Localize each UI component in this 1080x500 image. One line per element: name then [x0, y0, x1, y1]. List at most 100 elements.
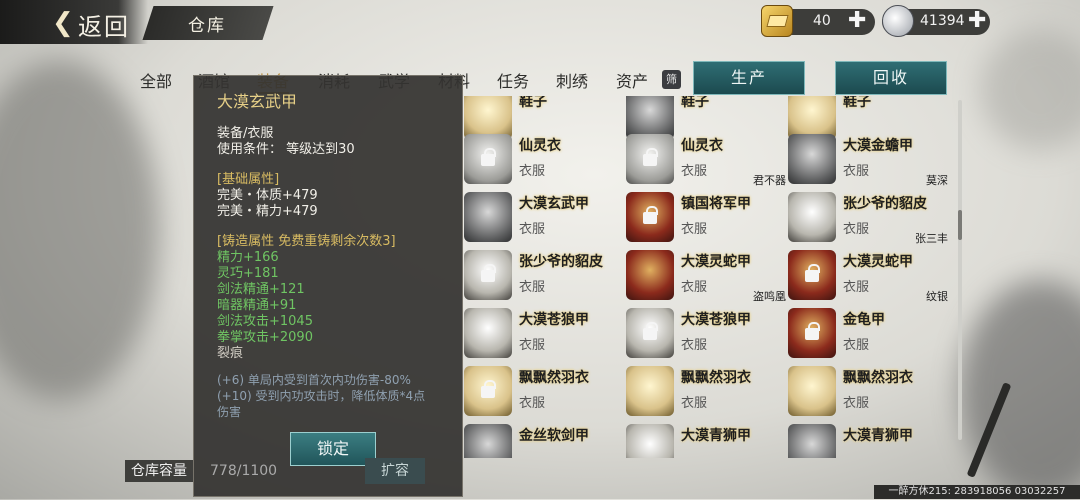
- item-name: 张少爷的貂皮: [843, 196, 927, 212]
- add-silver-icon[interactable]: ✚: [968, 8, 986, 33]
- tooltip-effect: 伤害: [217, 405, 242, 419]
- item-name: 大漠苍狼甲: [681, 312, 751, 328]
- item-type: 衣服: [843, 338, 870, 353]
- item-owner: 盗鸣凰: [753, 290, 786, 303]
- item-name: 鞋子: [519, 96, 547, 110]
- item-type: 衣服: [519, 222, 546, 237]
- item-type: 衣服: [519, 280, 546, 295]
- item-name: 大漠青狮甲: [681, 428, 751, 444]
- item-type: 衣服: [519, 164, 546, 179]
- storage-value: 778/1100: [210, 463, 278, 479]
- inventory-item[interactable]: 张少爷的貂皮 衣服: [464, 248, 624, 304]
- armor-icon: [788, 192, 836, 242]
- armor-icon: [626, 424, 674, 458]
- ink-wash-decor: [980, 30, 1080, 150]
- silver-amount: 41394: [920, 13, 965, 29]
- armor-icon: [626, 134, 674, 184]
- chevron-left-icon: ❮: [52, 8, 74, 38]
- tab-assets[interactable]: 资产: [616, 68, 648, 92]
- inventory-item[interactable]: 飘飘然羽衣 衣服: [788, 364, 948, 420]
- inventory-item[interactable]: 飘飘然羽衣 衣服: [464, 364, 624, 420]
- tooltip-effect: (+6) 单局内受到首次内功伤害-80%: [217, 373, 411, 387]
- inventory-item[interactable]: 大漠灵蛇甲 衣服 纹银: [788, 248, 948, 304]
- item-owner: 莫深: [926, 174, 948, 187]
- inventory-item[interactable]: 飘飘然羽衣 衣服: [626, 364, 786, 420]
- recycle-button[interactable]: 回收: [835, 61, 947, 95]
- inventory-item[interactable]: 大漠苍狼甲 衣服: [464, 306, 624, 362]
- scrollbar[interactable]: [958, 100, 962, 440]
- lock-icon: [805, 322, 820, 340]
- lock-icon: [481, 380, 496, 398]
- inventory-item[interactable]: 金丝软剑甲: [464, 422, 624, 458]
- item-type: 衣服: [681, 164, 708, 179]
- page-title: 仓库: [188, 16, 226, 36]
- lock-button[interactable]: 锁定: [290, 432, 376, 466]
- item-owner: 张三丰: [915, 232, 948, 245]
- lock-icon: [643, 322, 658, 340]
- item-type: 衣服: [843, 396, 870, 411]
- storage-capacity: 仓库容量: [125, 460, 193, 482]
- armor-icon: [788, 134, 836, 184]
- item-owner: 纹银: [926, 290, 948, 303]
- tooltip-title: 大漠玄武甲: [217, 92, 298, 111]
- item-name: 金丝软剑甲: [519, 428, 589, 444]
- tooltip-flaw: 裂痕: [217, 346, 244, 361]
- produce-button[interactable]: 生产: [693, 61, 805, 95]
- inventory-item[interactable]: 镇国将军甲 衣服: [626, 190, 786, 246]
- inventory-item[interactable]: 大漠青狮甲: [788, 422, 948, 458]
- armor-icon: [788, 250, 836, 300]
- inventory-item[interactable]: 大漠金蟾甲衣服莫深: [788, 132, 948, 188]
- inventory-item[interactable]: 大漠苍狼甲 衣服: [626, 306, 786, 362]
- add-gold-icon[interactable]: ✚: [848, 8, 866, 33]
- item-type: 衣服: [519, 338, 546, 353]
- item-name: 仙灵衣: [681, 138, 723, 154]
- expand-button[interactable]: 扩容: [365, 458, 425, 484]
- inventory-item[interactable]: 仙灵衣 衣服: [464, 132, 624, 188]
- storage-label: 仓库容量: [131, 463, 187, 479]
- lock-icon: [481, 148, 496, 166]
- item-name: 张少爷的貂皮: [519, 254, 603, 270]
- item-name: 大漠灵蛇甲: [681, 254, 751, 270]
- inventory-item[interactable]: 仙灵衣衣服君不器: [626, 132, 786, 188]
- armor-icon: [464, 366, 512, 416]
- tooltip-base-stat: 完美・精力+479: [217, 204, 318, 219]
- inventory-item[interactable]: 大漠灵蛇甲衣服盗鸣凰: [626, 248, 786, 304]
- item-type: 衣服: [681, 280, 708, 295]
- lock-icon: [481, 264, 496, 282]
- tab-embroidery[interactable]: 刺绣: [556, 68, 588, 92]
- item-type: 衣服: [843, 164, 870, 179]
- armor-icon: [464, 308, 512, 358]
- item-type: 衣服: [681, 222, 708, 237]
- item-owner: 君不器: [753, 174, 786, 187]
- inventory-item[interactable]: 大漠青狮甲: [626, 422, 786, 458]
- tooltip-effect: (+10) 受到内功攻击时，降低体质*4点: [217, 389, 426, 403]
- gold-amount: 40: [813, 13, 831, 29]
- item-name: 大漠金蟾甲: [843, 138, 913, 154]
- item-name: 鞋子: [843, 96, 871, 110]
- item-name: 金龟甲: [843, 312, 885, 328]
- item-tooltip: 大漠玄武甲 装备/衣服 使用条件： 等级达到30 [基础属性] 完美・体质+47…: [193, 75, 463, 497]
- item-name: 鞋子: [681, 96, 709, 110]
- player-id-footer: 一醉方休215: 283918056 03032257: [874, 485, 1080, 499]
- item-name: 仙灵衣: [519, 138, 561, 154]
- scrollbar-thumb[interactable]: [958, 210, 962, 240]
- filter-button[interactable]: 筛: [662, 70, 681, 89]
- item-name: 飘飘然羽衣: [681, 370, 751, 386]
- back-button[interactable]: ❮ 返回: [0, 0, 148, 44]
- item-type: 衣服: [519, 396, 546, 411]
- armor-icon: [788, 366, 836, 416]
- armor-icon: [464, 192, 512, 242]
- item-name: 飘飘然羽衣: [843, 370, 913, 386]
- inventory-item[interactable]: 大漠玄武甲 衣服: [464, 190, 624, 246]
- gold-ingot-icon: [761, 5, 793, 37]
- tooltip-requirement: 使用条件： 等级达到30: [217, 142, 355, 157]
- item-name: 飘飘然羽衣: [519, 370, 589, 386]
- armor-icon: [626, 192, 674, 242]
- inventory-item[interactable]: 金龟甲 衣服: [788, 306, 948, 362]
- lock-icon: [643, 148, 658, 166]
- armor-icon: [788, 308, 836, 358]
- armor-icon: [626, 366, 674, 416]
- tab-all[interactable]: 全部: [140, 68, 172, 92]
- tab-quest[interactable]: 任务: [497, 68, 529, 92]
- inventory-item[interactable]: 张少爷的貂皮 衣服 张三丰: [788, 190, 948, 246]
